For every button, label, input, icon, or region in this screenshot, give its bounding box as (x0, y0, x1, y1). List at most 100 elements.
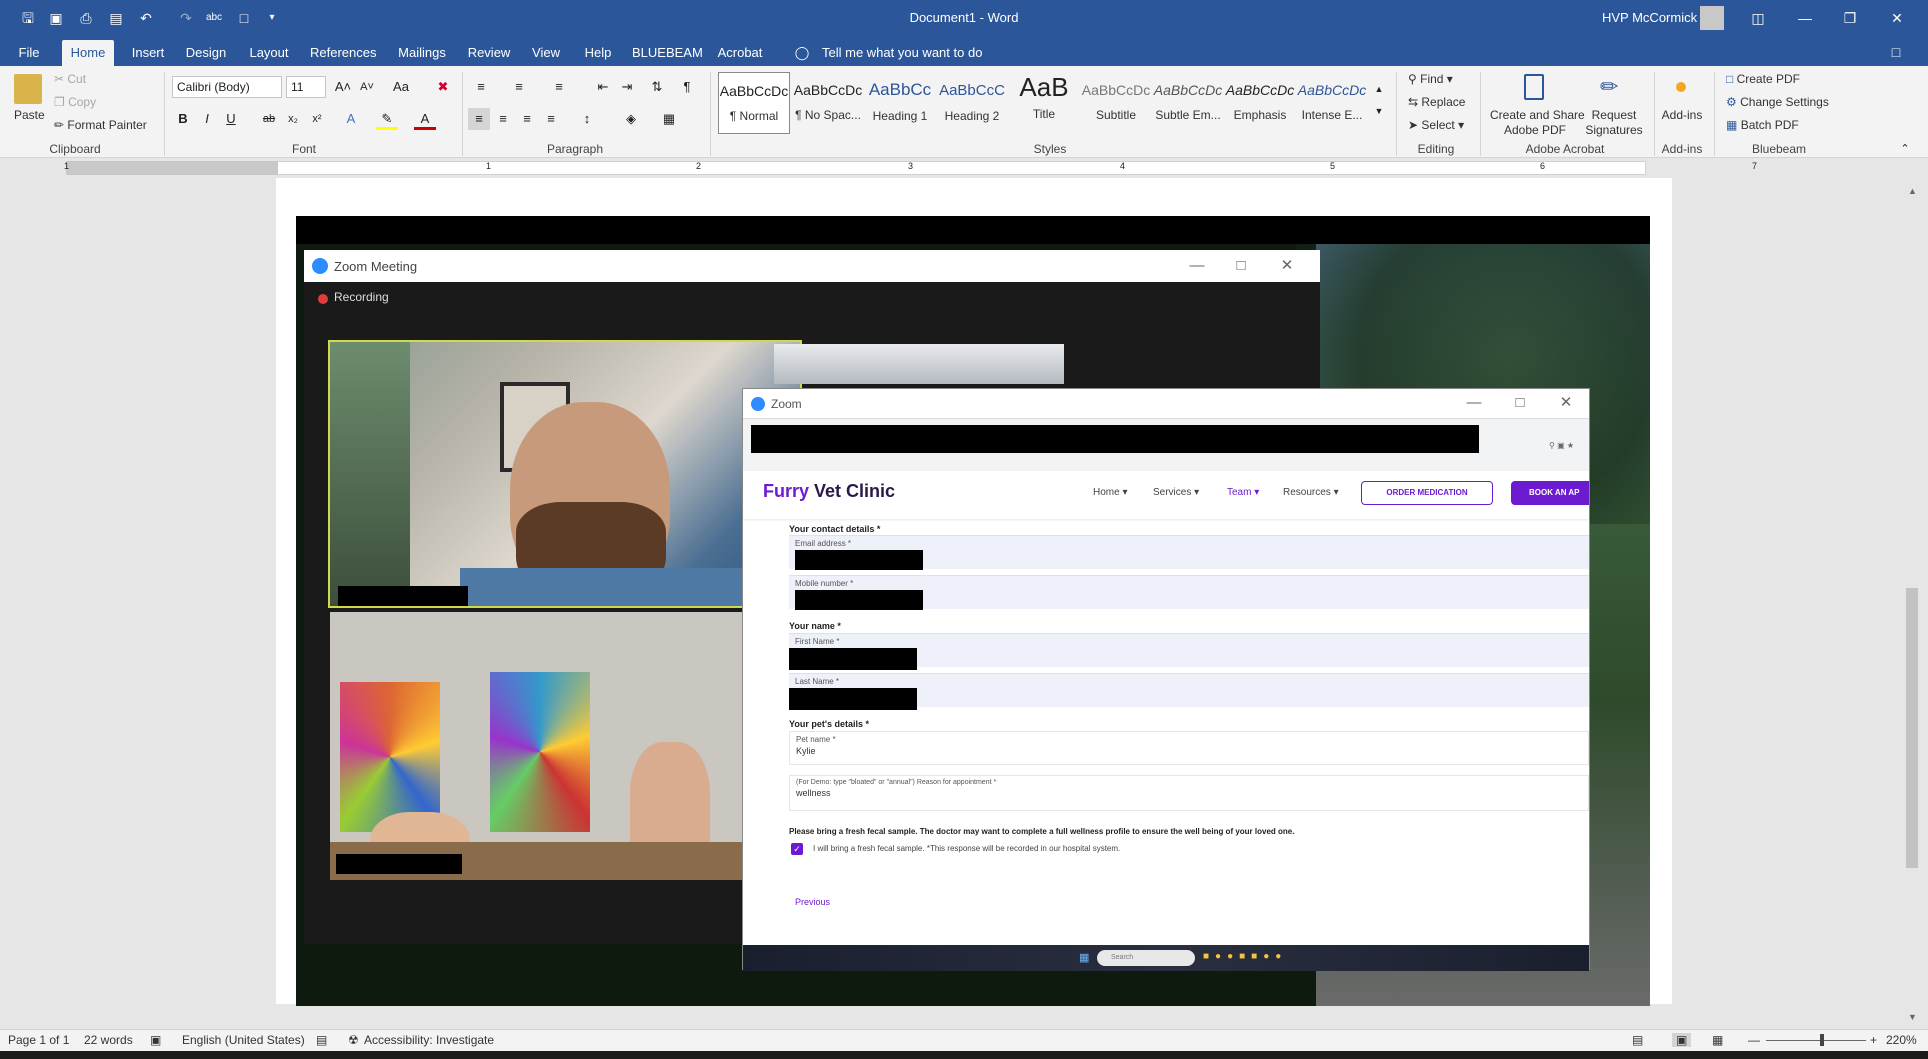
book-appointment-button[interactable]: BOOK AN AP (1511, 481, 1589, 505)
decrease-indent-icon[interactable]: ⇤ (592, 76, 614, 98)
strikethrough-icon[interactable]: ab (258, 108, 280, 130)
print-layout-icon[interactable]: ▣ (1672, 1033, 1692, 1047)
grow-font-icon[interactable]: A˄ (332, 76, 354, 98)
taskbar-search[interactable]: Search (1097, 950, 1195, 966)
web-layout-icon[interactable]: ▦ (1712, 1033, 1723, 1047)
zoom-slider[interactable] (1766, 1040, 1866, 1041)
show-formatting-icon[interactable]: ¶ (676, 76, 698, 98)
style-subtitle[interactable]: AaBbCcDc Subtitle (1080, 72, 1152, 134)
email-field[interactable]: Email address * (789, 535, 1589, 570)
maximize-icon[interactable]: □ (1218, 250, 1264, 282)
style-title[interactable]: AaB Title (1008, 72, 1080, 134)
close-icon[interactable]: ✕ (1264, 250, 1310, 282)
change-case-button[interactable]: Aa (384, 76, 418, 98)
scroll-thumb[interactable] (1906, 588, 1918, 868)
zoom-level[interactable]: 220% (1886, 1033, 1917, 1047)
tab-references[interactable]: References (310, 42, 376, 64)
tab-acrobat[interactable]: Acrobat (714, 42, 766, 64)
increase-indent-icon[interactable]: ⇥ (616, 76, 638, 98)
tab-view[interactable]: View (528, 42, 564, 64)
vertical-scrollbar[interactable]: ▲ ▼ (1900, 178, 1928, 1029)
shrink-font-icon[interactable]: A˅ (356, 76, 378, 98)
request-label[interactable]: Request (1586, 108, 1642, 122)
addins-icon[interactable] (1676, 82, 1686, 92)
borders-icon[interactable]: ▦ (658, 108, 680, 130)
fecal-sample-checkbox[interactable]: ✓ (791, 843, 803, 855)
scroll-down-icon[interactable]: ▼ (1908, 1012, 1917, 1022)
bold-icon[interactable]: B (172, 108, 194, 130)
last-name-field[interactable]: Last Name * (789, 673, 1589, 710)
replace-button[interactable]: ⇆ Replace (1408, 95, 1465, 109)
taskbar-app-icons[interactable]: ■●●■■●● (1203, 951, 1287, 962)
adobe-pdf-label[interactable]: Adobe PDF (1490, 123, 1580, 137)
close-icon[interactable]: ✕ (1887, 8, 1907, 28)
align-center-icon[interactable]: ≡ (492, 108, 514, 130)
find-button[interactable]: ⚲ Find ▾ (1408, 72, 1453, 86)
video-tile-room[interactable] (330, 612, 804, 880)
bullets-icon[interactable]: ≡ (470, 76, 492, 98)
style-heading-1[interactable]: AaBbCc Heading 1 (864, 72, 936, 134)
align-left-icon[interactable]: ≡ (468, 108, 490, 130)
proofing-icon[interactable]: ▣ (150, 1033, 161, 1047)
format-painter-button[interactable]: ✏ Format Painter (54, 118, 147, 132)
bluebeam-batch-pdf[interactable]: ▦ Batch PDF (1726, 118, 1799, 132)
collapse-ribbon-icon[interactable]: ⌃ (1894, 138, 1916, 160)
tab-help[interactable]: Help (580, 42, 616, 64)
minimize-icon[interactable]: — (1451, 387, 1497, 419)
tab-design[interactable]: Design (184, 42, 228, 64)
ribbon-display-icon[interactable]: ◫ (1748, 8, 1768, 28)
superscript-icon[interactable]: x² (306, 108, 328, 130)
video-tile-partial[interactable] (774, 344, 1064, 384)
style-normal[interactable]: AaBbCcDc ¶ Normal (718, 72, 790, 134)
style-emphasis[interactable]: AaBbCcDc Emphasis (1224, 72, 1296, 134)
numbering-icon[interactable]: ≡ (508, 76, 530, 98)
tab-layout[interactable]: Layout (246, 42, 292, 64)
comments-icon[interactable]: □ (1886, 42, 1906, 62)
zoom-out-icon[interactable]: — (1748, 1033, 1760, 1047)
pet-name-field[interactable]: Pet name * Kylie (789, 731, 1589, 765)
justify-icon[interactable]: ≡ (540, 108, 562, 130)
shading-icon[interactable]: ◈ (620, 108, 642, 130)
style-intense-emphasis[interactable]: AaBbCcDc Intense E... (1296, 72, 1368, 134)
read-mode-icon[interactable]: ▤ (1632, 1033, 1643, 1047)
create-pdf-icon[interactable] (1524, 74, 1544, 100)
nav-resources[interactable]: Resources ▾ (1283, 487, 1339, 498)
accessibility-status[interactable]: Accessibility: Investigate (364, 1033, 494, 1047)
tell-me-search[interactable]: Tell me what you want to do (822, 42, 982, 64)
tab-home[interactable]: Home (62, 40, 114, 66)
word-count[interactable]: 22 words (84, 1033, 133, 1047)
tab-review[interactable]: Review (466, 42, 512, 64)
signatures-label[interactable]: Signatures (1582, 123, 1646, 137)
minimize-icon[interactable]: — (1795, 8, 1815, 28)
highlight-icon[interactable]: ✎ (376, 108, 398, 130)
style-no-spacing[interactable]: AaBbCcDc ¶ No Spac... (792, 72, 864, 134)
italic-icon[interactable]: I (196, 108, 218, 130)
mobile-field[interactable]: Mobile number * (789, 575, 1589, 610)
zoom-share-window[interactable]: Zoom — □ ✕ ⚲ ▣ ★ Furry Vet Clinic Home ▾… (742, 387, 1590, 971)
clear-formatting-icon[interactable]: ✖ (432, 76, 454, 98)
user-name[interactable]: HVP McCormick (1602, 10, 1697, 25)
line-spacing-icon[interactable]: ↕ (576, 108, 598, 130)
bluebeam-create-pdf[interactable]: □ Create PDF (1726, 72, 1800, 86)
styles-more-icon[interactable]: ▲ ▼ (1368, 78, 1390, 116)
browser-icons[interactable]: ⚲ ▣ ★ (1549, 441, 1574, 450)
font-size-select[interactable]: 11 (286, 76, 326, 98)
avatar[interactable] (1700, 6, 1724, 30)
previous-link[interactable]: Previous (795, 897, 830, 907)
nav-home[interactable]: Home ▾ (1093, 487, 1128, 498)
maximize-icon[interactable]: □ (1497, 387, 1543, 419)
scroll-up-icon[interactable]: ▲ (1908, 186, 1917, 196)
tab-mailings[interactable]: Mailings (394, 42, 450, 64)
sort-icon[interactable]: ⇅ (646, 76, 668, 98)
video-tile-speaker[interactable] (328, 340, 802, 608)
tab-insert[interactable]: Insert (128, 42, 168, 64)
windows-start-icon[interactable]: ▦ (1079, 951, 1089, 964)
font-name-select[interactable]: Calibri (Body) (172, 76, 282, 98)
first-name-field[interactable]: First Name * (789, 633, 1589, 670)
reason-field[interactable]: (For Demo: type "bloated" or "annual") R… (789, 775, 1589, 811)
cut-button[interactable]: ✂ Cut (54, 72, 86, 86)
font-color-icon[interactable]: A (414, 108, 436, 130)
align-right-icon[interactable]: ≡ (516, 108, 538, 130)
style-subtle-emphasis[interactable]: AaBbCcDc Subtle Em... (1152, 72, 1224, 134)
text-effects-icon[interactable]: A (340, 108, 362, 130)
